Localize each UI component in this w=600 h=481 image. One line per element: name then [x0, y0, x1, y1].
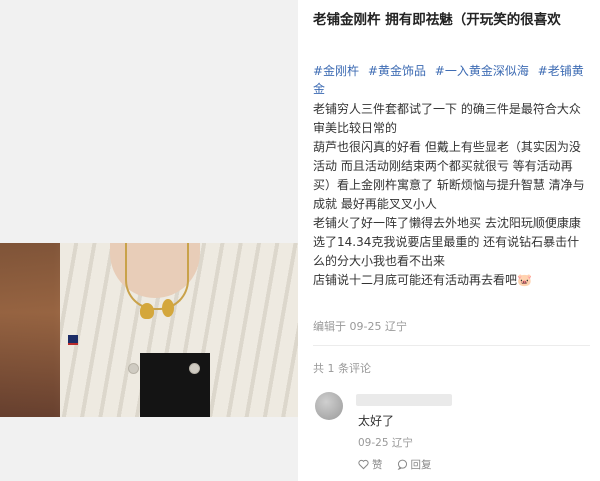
- post-paragraph: 葫芦也很闪真的好看 但戴上有些显老（其实因为没活动 而且活动刚结束两个都买就很亏…: [313, 140, 585, 211]
- like-button[interactable]: 赞: [358, 457, 383, 472]
- tag-link[interactable]: #黄金饰品: [368, 64, 426, 78]
- photo-pendant: [140, 303, 154, 319]
- heart-icon: [358, 459, 369, 470]
- photo-inner-shirt: [140, 353, 210, 417]
- comment-meta: 09-25 辽宁: [358, 437, 413, 449]
- post-paragraph: 老铺穷人三件套都试了一下 的确三件是最符合大众审美比较日常的: [313, 102, 581, 135]
- comment-author-redacted[interactable]: [356, 394, 452, 406]
- image-pane: [0, 0, 298, 481]
- photo-button: [128, 363, 139, 374]
- photo-necklace: [125, 243, 189, 310]
- divider: [313, 345, 590, 346]
- post-detail: 老铺金刚杵 拥有即祛魅（开玩笑的很喜欢 #金刚杵 #黄金饰品 #一入黄金深似海 …: [298, 0, 600, 481]
- post-tags: #金刚杵 #黄金饰品 #一入黄金深似海 #老铺黄金: [313, 62, 589, 98]
- post-photo[interactable]: [0, 243, 298, 417]
- post-body: 老铺穷人三件套都试了一下 的确三件是最符合大众审美比较日常的 葫芦也很闪真的好看…: [313, 100, 585, 290]
- reply-button[interactable]: 回复: [397, 457, 432, 472]
- post-paragraph: 店铺说十二月底可能还有活动再去看吧🐷: [313, 273, 532, 287]
- reply-label: 回复: [410, 459, 432, 471]
- like-label: 赞: [372, 459, 383, 471]
- reply-bubble-icon: [397, 459, 408, 470]
- photo-pendant: [162, 299, 174, 317]
- post-edit-meta: 编辑于 09-25 辽宁: [313, 320, 407, 333]
- photo-button: [189, 363, 200, 374]
- photo-label: [68, 335, 78, 345]
- post-title: 老铺金刚杵 拥有即祛魅（开玩笑的很喜欢: [313, 12, 561, 28]
- tag-link[interactable]: #一入黄金深似海: [435, 64, 529, 78]
- post-paragraph: 老铺火了好一阵了懒得去外地买 去沈阳玩顺便康康 选了14.34克我说要店里最重的…: [313, 216, 581, 268]
- comment-actions: 赞 回复: [358, 457, 432, 472]
- comment-text: 太好了: [358, 414, 395, 428]
- avatar[interactable]: [315, 392, 343, 420]
- comment-count: 共 1 条评论: [313, 362, 371, 375]
- tag-link[interactable]: #金刚杵: [313, 64, 359, 78]
